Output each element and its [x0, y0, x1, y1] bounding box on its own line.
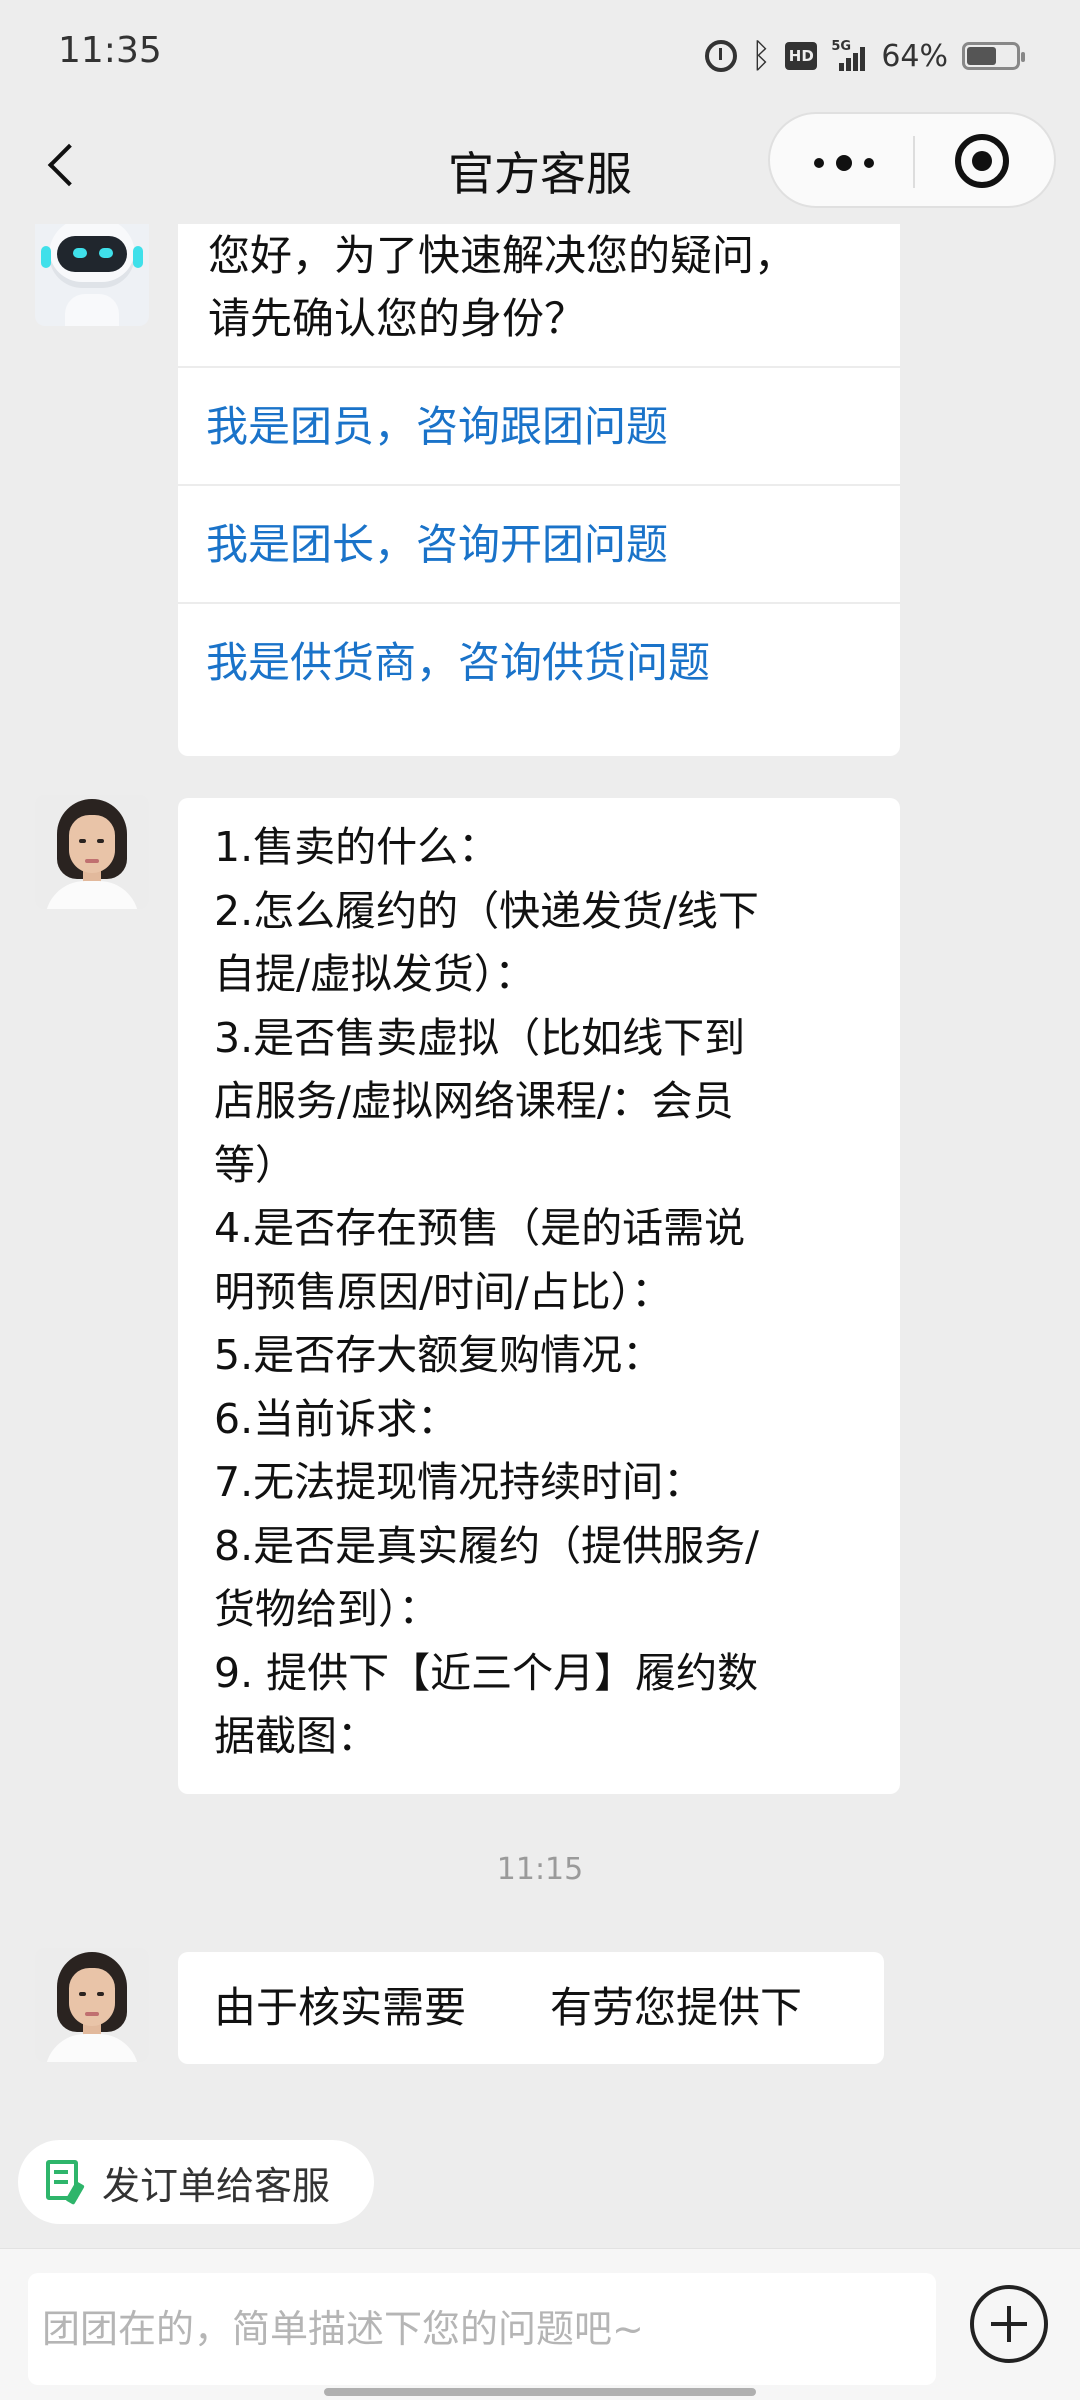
close-button[interactable]	[911, 114, 1054, 210]
checklist-line: 4.是否存在预售（是的话需说	[214, 1204, 746, 1252]
checklist-line: 明预售原因/时间/占比）：	[214, 1267, 673, 1316]
greeting-text: 您好，为了快速解决您的疑问， 请先确认您的身份？	[178, 224, 900, 350]
checklist-line: 自提/虚拟发货）：	[214, 950, 536, 998]
option-supplier[interactable]: 我是供货商，咨询供货问题	[178, 602, 900, 720]
plus-circle-icon[interactable]	[970, 2285, 1048, 2363]
checklist-line: 据截图：	[214, 1712, 378, 1760]
more-button[interactable]	[770, 114, 913, 210]
order-edit-icon	[46, 2160, 86, 2206]
checklist-line: 6.当前诉求：	[214, 1394, 459, 1443]
checklist-bubble: 1.售卖的什么： 2.怎么履约的（快递发货/线下 自提/虚拟发货）： 3.是否售…	[178, 798, 900, 1794]
checklist-line: 7.无法提现情况持续时间：	[214, 1458, 705, 1506]
checklist-line: 9. 提供下【近三个月】履约数	[214, 1648, 759, 1697]
send-order-button[interactable]: 发订单给客服	[18, 2140, 374, 2224]
robot-avatar[interactable]	[35, 224, 149, 326]
battery-icon	[962, 42, 1025, 70]
option-leader[interactable]: 我是团长，咨询开团问题	[178, 484, 900, 602]
status-bar: 11:35 ᛒ HD 5G 64%	[0, 0, 1080, 112]
agent-avatar[interactable]	[35, 795, 149, 909]
checklist-line: 1.售卖的什么：	[214, 823, 500, 871]
alarm-icon	[704, 40, 737, 72]
greeting-line: 请先确认您的身份？	[208, 294, 587, 343]
chat-area[interactable]: 您好，为了快速解决您的疑问， 请先确认您的身份？ 我是团员，咨询跟团问题 我是团…	[0, 224, 1080, 2248]
last-message-bubble: 由于核实需要 有劳您提供下	[178, 1952, 884, 2064]
bluetooth-icon: ᛒ	[750, 36, 772, 76]
message-timestamp: 11:15	[496, 1852, 584, 1887]
input-bar	[0, 2248, 1080, 2400]
network-type: 5G	[831, 39, 852, 54]
checklist-line: 2.怎么履约的（快递发货/线下	[214, 886, 759, 935]
nav-bar: 官方客服	[0, 112, 1080, 224]
option-member[interactable]: 我是团员，咨询跟团问题	[178, 366, 900, 484]
target-close-icon	[955, 134, 1009, 188]
send-order-label: 发订单给客服	[102, 2163, 331, 2208]
message-input[interactable]	[28, 2273, 936, 2385]
more-dots-icon	[814, 155, 874, 171]
checklist-line: 店服务/虚拟网络课程/：会员	[214, 1077, 734, 1125]
hd-icon: HD	[785, 42, 818, 70]
status-icons: ᛒ HD 5G 64%	[704, 34, 1025, 78]
greeting-card: 您好，为了快速解决您的疑问， 请先确认您的身份？ 我是团员，咨询跟团问题 我是团…	[178, 224, 900, 756]
agent-avatar[interactable]	[35, 1948, 149, 2062]
battery-percent: 64%	[881, 38, 948, 74]
mini-program-capsule	[768, 112, 1056, 208]
greeting-line: 您好，为了快速解决您的疑问，	[208, 231, 797, 280]
checklist-line: 5.是否存大额复购情况：	[214, 1331, 664, 1379]
status-time: 11:35	[58, 30, 162, 71]
signal-icon: 5G	[831, 39, 867, 71]
home-indicator[interactable]	[324, 2388, 756, 2396]
checklist-line: 等）	[214, 1140, 296, 1189]
checklist-line: 8.是否是真实履约（提供服务/	[214, 1521, 759, 1570]
checklist-line: 货物给到）：	[214, 1585, 440, 1633]
checklist-line: 3.是否售卖虚拟（比如线下到	[214, 1013, 746, 1062]
